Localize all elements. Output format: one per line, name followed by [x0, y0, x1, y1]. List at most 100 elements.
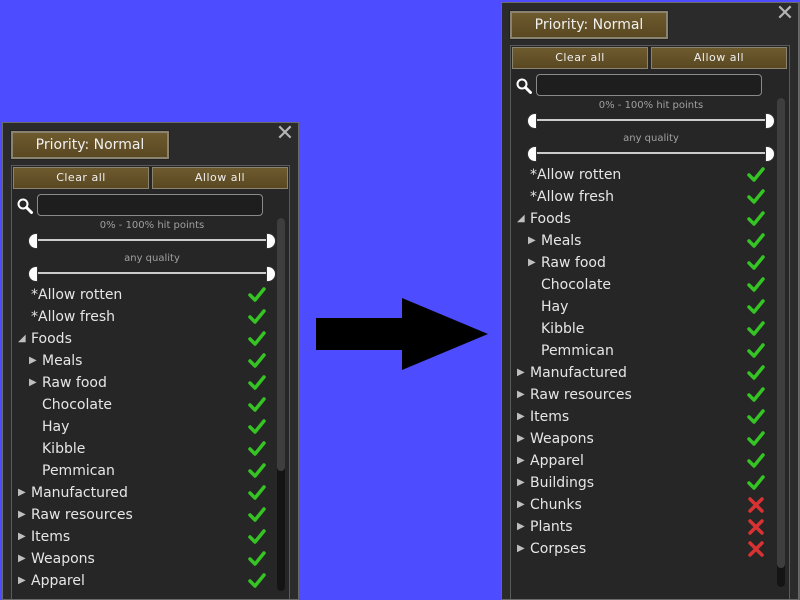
check-icon[interactable] — [248, 418, 266, 436]
check-icon[interactable] — [248, 550, 266, 568]
search-input[interactable] — [37, 194, 263, 216]
tree-row[interactable]: Kibble — [511, 318, 765, 340]
slider-max-handle[interactable] — [266, 266, 276, 282]
check-icon[interactable] — [747, 276, 765, 294]
tree-row[interactable]: ▶ Plants — [511, 516, 764, 538]
check-icon[interactable] — [747, 408, 765, 426]
tree-row[interactable]: ▶ Items — [12, 526, 266, 548]
tree-row[interactable]: ▶ Raw resources — [12, 504, 266, 526]
hit-points-slider[interactable] — [527, 113, 775, 129]
tree-row[interactable]: ▶ Meals — [12, 350, 266, 372]
check-icon[interactable] — [747, 430, 765, 448]
tree-row[interactable]: *Allow rotten — [12, 284, 266, 306]
check-icon[interactable] — [747, 166, 765, 184]
check-icon[interactable] — [747, 254, 765, 272]
check-icon[interactable] — [747, 320, 765, 338]
check-icon[interactable] — [747, 342, 765, 360]
cross-icon[interactable] — [747, 496, 765, 514]
check-icon[interactable] — [747, 232, 765, 250]
close-icon[interactable]: ✕ — [774, 3, 796, 25]
tree-row[interactable]: ▶ Apparel — [511, 450, 765, 472]
cross-icon[interactable] — [747, 540, 765, 558]
tree-row[interactable]: ▶ Raw resources — [511, 384, 765, 406]
tree-row[interactable]: ▶ Raw food — [12, 372, 266, 394]
tree-row[interactable]: ▶ Corpses — [511, 538, 764, 560]
tree-row[interactable]: Chocolate — [511, 274, 765, 296]
tree-row[interactable]: ▶ Manufactured — [511, 362, 765, 384]
slider-max-handle[interactable] — [266, 233, 276, 249]
expanded-arrow-icon[interactable]: ◢ — [18, 328, 28, 350]
collapsed-arrow-icon[interactable]: ▶ — [29, 350, 39, 372]
tree-row[interactable]: ▶ Weapons — [12, 548, 266, 570]
collapsed-arrow-icon[interactable]: ▶ — [29, 372, 39, 394]
check-icon[interactable] — [747, 474, 765, 492]
check-icon[interactable] — [248, 396, 266, 414]
collapsed-arrow-icon[interactable]: ▶ — [18, 504, 28, 526]
collapsed-arrow-icon[interactable]: ▶ — [517, 384, 527, 406]
collapsed-arrow-icon[interactable]: ▶ — [528, 252, 538, 274]
check-icon[interactable] — [747, 210, 765, 228]
check-icon[interactable] — [248, 352, 266, 370]
cross-icon[interactable] — [747, 518, 765, 536]
tree-row[interactable]: ▶ Manufactured — [12, 482, 266, 504]
collapsed-arrow-icon[interactable]: ▶ — [517, 362, 527, 384]
clear-all-button[interactable]: Clear all — [13, 167, 149, 189]
tree-row[interactable]: *Allow fresh — [511, 186, 765, 208]
tree-row[interactable]: ▶ Apparel — [12, 570, 266, 592]
collapsed-arrow-icon[interactable]: ▶ — [517, 450, 527, 472]
check-icon[interactable] — [747, 386, 765, 404]
check-icon[interactable] — [747, 452, 765, 470]
slider-min-handle[interactable] — [527, 113, 537, 129]
tree-row[interactable]: Hay — [511, 296, 765, 318]
tree-row[interactable]: Chocolate — [12, 394, 266, 416]
check-icon[interactable] — [248, 374, 266, 392]
tree-row[interactable]: *Allow rotten — [511, 164, 765, 186]
collapsed-arrow-icon[interactable]: ▶ — [18, 526, 28, 548]
tree-row[interactable]: Hay — [12, 416, 266, 438]
quality-slider[interactable] — [527, 146, 775, 162]
slider-max-handle[interactable] — [765, 146, 775, 162]
tree-row[interactable]: Pemmican — [12, 460, 266, 482]
allow-all-button[interactable]: Allow all — [651, 47, 787, 69]
check-icon[interactable] — [248, 528, 266, 546]
check-icon[interactable] — [248, 462, 266, 480]
close-icon[interactable]: ✕ — [274, 123, 296, 145]
slider-min-handle[interactable] — [28, 233, 38, 249]
slider-min-handle[interactable] — [527, 146, 537, 162]
priority-button[interactable]: Priority: Normal — [509, 10, 669, 40]
collapsed-arrow-icon[interactable]: ▶ — [517, 428, 527, 450]
collapsed-arrow-icon[interactable]: ▶ — [18, 482, 28, 504]
collapsed-arrow-icon[interactable]: ▶ — [517, 406, 527, 428]
slider-min-handle[interactable] — [28, 266, 38, 282]
check-icon[interactable] — [248, 440, 266, 458]
slider-max-handle[interactable] — [765, 113, 775, 129]
collapsed-arrow-icon[interactable]: ▶ — [18, 570, 28, 592]
check-icon[interactable] — [248, 330, 266, 348]
check-icon[interactable] — [747, 364, 765, 382]
tree-row[interactable]: ◢ Foods — [511, 208, 765, 230]
expanded-arrow-icon[interactable]: ◢ — [517, 208, 527, 230]
tree-row[interactable]: Pemmican — [511, 340, 765, 362]
allow-all-button[interactable]: Allow all — [152, 167, 288, 189]
priority-button[interactable]: Priority: Normal — [10, 130, 170, 160]
collapsed-arrow-icon[interactable]: ▶ — [517, 538, 527, 560]
search-input[interactable] — [536, 74, 762, 96]
quality-slider[interactable] — [28, 266, 276, 282]
check-icon[interactable] — [248, 308, 266, 326]
tree-row[interactable]: *Allow fresh — [12, 306, 266, 328]
hit-points-slider[interactable] — [28, 233, 276, 249]
tree-row[interactable]: ▶ Meals — [511, 230, 765, 252]
tree-row[interactable]: Kibble — [12, 438, 266, 460]
check-icon[interactable] — [248, 286, 266, 304]
tree-row[interactable]: ▶ Items — [511, 406, 765, 428]
collapsed-arrow-icon[interactable]: ▶ — [517, 516, 527, 538]
clear-all-button[interactable]: Clear all — [512, 47, 648, 69]
collapsed-arrow-icon[interactable]: ▶ — [528, 230, 538, 252]
tree-row[interactable]: ◢ Foods — [12, 328, 266, 350]
collapsed-arrow-icon[interactable]: ▶ — [517, 472, 527, 494]
collapsed-arrow-icon[interactable]: ▶ — [517, 494, 527, 516]
check-icon[interactable] — [248, 506, 266, 524]
check-icon[interactable] — [747, 298, 765, 316]
tree-row[interactable]: ▶ Raw food — [511, 252, 765, 274]
tree-row[interactable]: ▶ Weapons — [511, 428, 765, 450]
